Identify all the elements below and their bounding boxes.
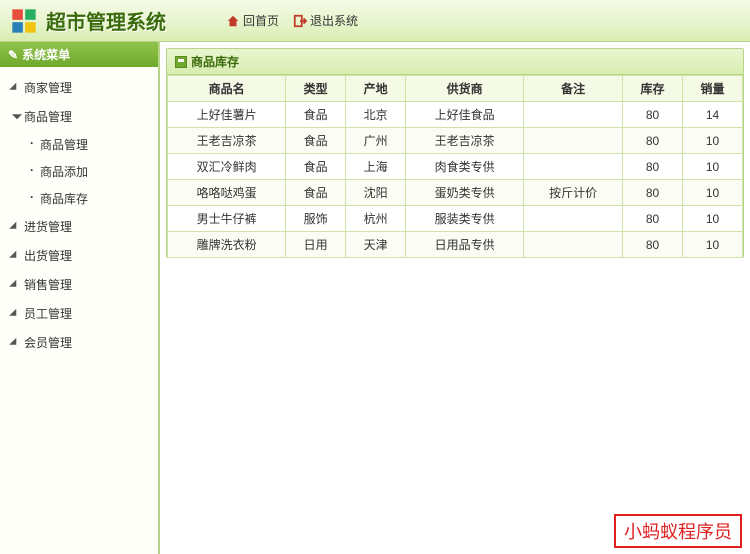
watermark: 小蚂蚁程序员 [614,514,742,548]
content-area: 商品库存 商品名类型产地供货商备注库存销量 上好佳薯片食品北京上好佳食品8014… [160,42,750,554]
table-cell: 10 [683,180,743,206]
table-cell: 10 [683,206,743,232]
table-cell: 14 [683,102,743,128]
inventory-panel: 商品库存 商品名类型产地供货商备注库存销量 上好佳薯片食品北京上好佳食品8014… [166,48,744,258]
table-cell: 10 [683,154,743,180]
top-links: 回首页 退出系统 [226,12,358,29]
sidebar-item[interactable]: 进货管理 [0,212,158,241]
inventory-table: 商品名类型产地供货商备注库存销量 上好佳薯片食品北京上好佳食品8014王老吉凉茶… [167,75,743,258]
panel-header: 商品库存 [167,49,743,75]
column-header[interactable]: 产地 [346,76,406,102]
sidebar-item[interactable]: 出货管理 [0,241,158,270]
table-cell: 食品 [286,102,346,128]
column-header[interactable]: 备注 [524,76,623,102]
app-header: 超市管理系统 回首页 退出系统 [0,0,750,42]
column-header[interactable]: 供货商 [406,76,524,102]
table-cell: 沈阳 [346,180,406,206]
sidebar-item[interactable]: 商家管理 [0,73,158,102]
table-row[interactable]: 男士牛仔裤服饰杭州服装类专供 8010 [168,206,743,232]
submenu-item[interactable]: 商品添加 [8,158,158,185]
column-header[interactable]: 销量 [683,76,743,102]
table-cell: 双汇冷鲜肉 [168,154,286,180]
table-header-row: 商品名类型产地供货商备注库存销量 [168,76,743,102]
sidebar: ✎ 系统菜单 商家管理商品管理商品管理商品添加商品库存进货管理出货管理销售管理员… [0,42,160,554]
table-cell: 10 [683,232,743,258]
table-cell: 上好佳薯片 [168,102,286,128]
table-cell: 80 [623,206,683,232]
table-cell [524,154,623,180]
sidebar-item-label: 会员管理 [24,334,72,351]
table-cell: 杭州 [346,206,406,232]
sidebar-item-label: 员工管理 [24,305,72,322]
table-cell: 男士牛仔裤 [168,206,286,232]
submenu-item[interactable]: 商品管理 [8,131,158,158]
table-cell: 10 [683,128,743,154]
panel-icon [175,56,187,68]
column-header[interactable]: 库存 [623,76,683,102]
table-row[interactable]: 雕牌洗衣粉日用天津日用品专供 8010 [168,232,743,258]
sidebar-menu: 商家管理商品管理商品管理商品添加商品库存进货管理出货管理销售管理员工管理会员管理 [0,67,158,363]
sidebar-item[interactable]: 会员管理 [0,328,158,357]
sidebar-item[interactable]: 销售管理 [0,270,158,299]
submenu-item[interactable]: 商品库存 [8,185,158,212]
table-cell: 服装类专供 [406,206,524,232]
app-logo-icon [10,7,38,35]
table-cell: 王老吉凉茶 [406,128,524,154]
exit-link-label: 退出系统 [310,12,358,29]
table-cell: 雕牌洗衣粉 [168,232,286,258]
table-row[interactable]: 咯咯哒鸡蛋食品沈阳蛋奶类专供按斤计价8010 [168,180,743,206]
exit-icon [293,14,307,28]
table-cell: 肉食类专供 [406,154,524,180]
table-cell: 80 [623,154,683,180]
table-cell: 80 [623,102,683,128]
home-link[interactable]: 回首页 [226,12,279,29]
table-cell: 蛋奶类专供 [406,180,524,206]
menu-icon: ✎ [8,48,18,62]
table-cell [524,232,623,258]
table-row[interactable]: 王老吉凉茶食品广州王老吉凉茶8010 [168,128,743,154]
table-cell: 广州 [346,128,406,154]
sidebar-item-label: 进货管理 [24,218,72,235]
table-cell: 天津 [346,232,406,258]
app-title: 超市管理系统 [46,6,166,35]
table-cell: 按斤计价 [524,180,623,206]
submenu: 商品管理商品添加商品库存 [0,131,158,212]
table-cell [524,128,623,154]
column-header[interactable]: 类型 [286,76,346,102]
table-row[interactable]: 上好佳薯片食品北京上好佳食品 8014 [168,102,743,128]
table-cell [524,206,623,232]
table-cell: 食品 [286,128,346,154]
sidebar-item-label: 商品管理 [24,108,72,125]
table-cell: 王老吉凉茶 [168,128,286,154]
sidebar-item-label: 出货管理 [24,247,72,264]
column-header[interactable]: 商品名 [168,76,286,102]
table-cell: 上好佳食品 [406,102,524,128]
table-cell [524,102,623,128]
table-cell: 日用品专供 [406,232,524,258]
table-row[interactable]: 双汇冷鲜肉食品上海肉食类专供 8010 [168,154,743,180]
table-cell: 80 [623,128,683,154]
sidebar-item[interactable]: 员工管理 [0,299,158,328]
table-cell: 北京 [346,102,406,128]
sidebar-item-label: 商家管理 [24,79,72,96]
home-link-label: 回首页 [243,12,279,29]
exit-link[interactable]: 退出系统 [293,12,358,29]
panel-title: 商品库存 [191,53,239,70]
table-cell: 食品 [286,154,346,180]
sidebar-title: ✎ 系统菜单 [0,42,158,67]
table-cell: 80 [623,232,683,258]
sidebar-item[interactable]: 商品管理 [0,102,158,131]
table-cell: 日用 [286,232,346,258]
table-cell: 服饰 [286,206,346,232]
sidebar-item-label: 销售管理 [24,276,72,293]
table-cell: 咯咯哒鸡蛋 [168,180,286,206]
table-cell: 上海 [346,154,406,180]
table-body: 上好佳薯片食品北京上好佳食品8014王老吉凉茶食品广州王老吉凉茶8010双汇冷鲜… [168,102,743,258]
home-icon [226,14,240,28]
table-cell: 80 [623,180,683,206]
table-cell: 食品 [286,180,346,206]
